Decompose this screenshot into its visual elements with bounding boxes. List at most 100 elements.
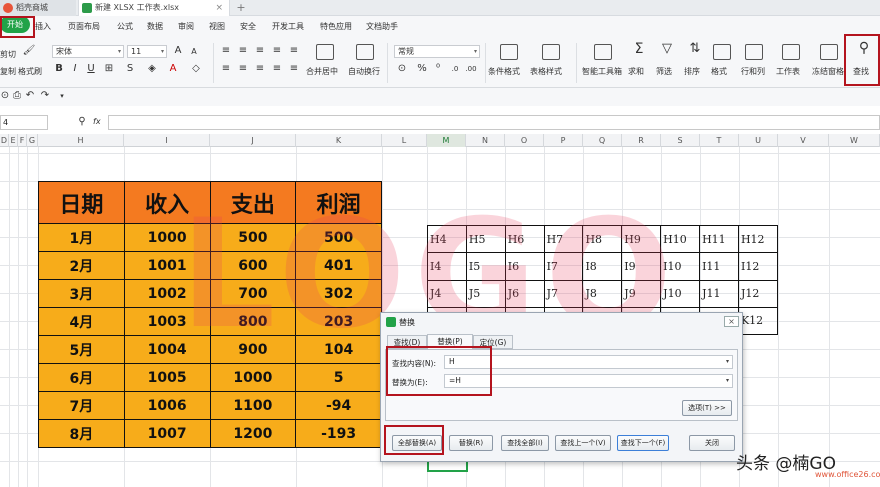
column-header[interactable]: U (739, 134, 778, 147)
print-icon[interactable]: ⎙ (12, 90, 22, 102)
cell[interactable]: 2月 (38, 251, 125, 280)
tab-replace[interactable]: 替换(P) (427, 334, 473, 350)
merge-center-button[interactable]: 合并居中 (306, 66, 338, 77)
cell[interactable]: J12 (737, 279, 779, 308)
column-header[interactable]: H (38, 134, 124, 147)
cell[interactable]: 1000 (123, 223, 211, 252)
close-button[interactable]: 关闭 (689, 435, 735, 451)
header-expense[interactable]: 支出 (209, 181, 297, 224)
font-name-select[interactable]: 宋体 ▾ (52, 45, 124, 58)
cell[interactable]: I12 (737, 252, 779, 281)
cell[interactable]: H9 (621, 224, 662, 254)
redo-icon[interactable]: ↷ (40, 90, 50, 102)
cell[interactable]: 5月 (38, 335, 125, 364)
align-middle-icon[interactable]: ≡ (237, 45, 249, 57)
conditional-format-button[interactable]: 条件格式 (488, 66, 520, 77)
clear-format-icon[interactable]: ◇ (190, 63, 202, 75)
decrease-font-icon[interactable]: A (188, 46, 200, 58)
cell[interactable]: H10 (660, 224, 701, 254)
cell[interactable]: H6 (504, 224, 545, 254)
column-header[interactable]: I (124, 134, 210, 147)
cell[interactable]: 500 (295, 223, 382, 252)
cell[interactable]: 8月 (38, 419, 125, 448)
currency-icon[interactable]: ⊙ (394, 63, 410, 75)
column-header[interactable]: N (466, 134, 505, 147)
cell[interactable]: J4 (427, 279, 467, 308)
cell[interactable]: H12 (737, 224, 779, 254)
column-header[interactable]: E (9, 134, 18, 147)
font-color-icon[interactable]: A (167, 63, 179, 75)
header-profit[interactable]: 利润 (295, 181, 382, 224)
menu-developer[interactable]: 开发工具 (272, 21, 304, 32)
menu-review[interactable]: 审阅 (178, 21, 194, 32)
filter-button[interactable]: 筛选 (656, 66, 672, 77)
cell[interactable]: J10 (660, 279, 701, 308)
column-header[interactable]: V (778, 134, 829, 147)
cell[interactable]: 1100 (209, 391, 297, 420)
menu-security[interactable]: 安全 (240, 21, 256, 32)
cell[interactable]: I11 (699, 252, 739, 281)
menu-formulas[interactable]: 公式 (117, 21, 133, 32)
format-button[interactable]: 格式 (711, 66, 727, 77)
fill-color-icon[interactable]: ◈ (145, 63, 159, 75)
cell[interactable]: H11 (699, 224, 739, 254)
find-next-button[interactable]: 查找下一个(F) (617, 435, 669, 451)
cell[interactable]: -193 (295, 419, 382, 448)
cell[interactable]: 1000 (209, 363, 297, 392)
percent-icon[interactable]: % (416, 63, 428, 75)
freeze-panes-button[interactable]: 冻结窗格 (812, 66, 844, 77)
smart-toolbox-button[interactable]: 智能工具箱 (582, 66, 622, 77)
column-header[interactable]: D (0, 134, 9, 147)
cell[interactable]: H7 (543, 224, 584, 254)
cell[interactable]: 500 (209, 223, 297, 252)
cell[interactable]: H5 (465, 224, 506, 254)
cell[interactable]: 1200 (209, 419, 297, 448)
cell[interactable]: 104 (295, 335, 382, 364)
column-header[interactable]: P (544, 134, 583, 147)
align-center-icon[interactable]: ≡ (237, 63, 249, 75)
cell[interactable]: 1月 (38, 223, 125, 252)
tab-daoke-store[interactable]: 稻壳商城 (0, 0, 76, 16)
header-income[interactable]: 收入 (123, 181, 211, 224)
worksheet-button[interactable]: 工作表 (776, 66, 800, 77)
find-previous-button[interactable]: 查找上一个(V) (555, 435, 611, 451)
increase-decimal-icon[interactable]: .0 (448, 63, 462, 75)
column-header[interactable]: Q (583, 134, 622, 147)
tab-workbook[interactable]: 新建 XLSX 工作表.xlsx × (78, 0, 230, 16)
find-what-input[interactable]: H ▾ (444, 355, 733, 369)
column-header[interactable]: W (829, 134, 880, 147)
menu-view[interactable]: 视图 (209, 21, 225, 32)
column-header[interactable]: L (382, 134, 427, 147)
cell[interactable]: 203 (295, 307, 382, 336)
replace-all-button[interactable]: 全部替换(A) (392, 435, 442, 451)
cell[interactable]: H8 (582, 224, 623, 254)
italic-button[interactable]: I (69, 63, 81, 75)
cell[interactable]: 7月 (38, 391, 125, 420)
table-style-button[interactable]: 表格样式 (530, 66, 562, 77)
distributed-icon[interactable]: ≡ (288, 63, 300, 75)
menu-doc-assistant[interactable]: 文档助手 (366, 21, 398, 32)
close-dialog-button[interactable]: × (724, 316, 739, 327)
cell[interactable]: I4 (427, 252, 467, 281)
copy-button[interactable]: 复制 (0, 66, 16, 77)
increase-font-icon[interactable]: A (172, 45, 184, 57)
cell[interactable]: J6 (504, 279, 545, 308)
formula-input[interactable] (108, 115, 880, 130)
outdent-icon[interactable]: ≡ (288, 45, 300, 57)
cell[interactable]: H4 (427, 224, 467, 254)
column-header-selected[interactable]: M (427, 134, 466, 147)
column-header[interactable]: S (661, 134, 700, 147)
cell[interactable]: 600 (209, 251, 297, 280)
cell[interactable]: 4月 (38, 307, 125, 336)
cell[interactable]: I6 (504, 252, 545, 281)
decrease-decimal-icon[interactable]: .00 (464, 63, 478, 75)
cell[interactable]: I5 (465, 252, 506, 281)
cell[interactable]: J9 (621, 279, 662, 308)
wrap-text-button[interactable]: 自动换行 (348, 66, 380, 77)
close-tab-icon[interactable]: × (215, 0, 223, 16)
column-header[interactable]: F (18, 134, 27, 147)
align-right-icon[interactable]: ≡ (254, 63, 266, 75)
font-size-select[interactable]: 11 ▾ (127, 45, 167, 58)
cell[interactable]: 5 (295, 363, 382, 392)
cell[interactable]: J5 (465, 279, 506, 308)
